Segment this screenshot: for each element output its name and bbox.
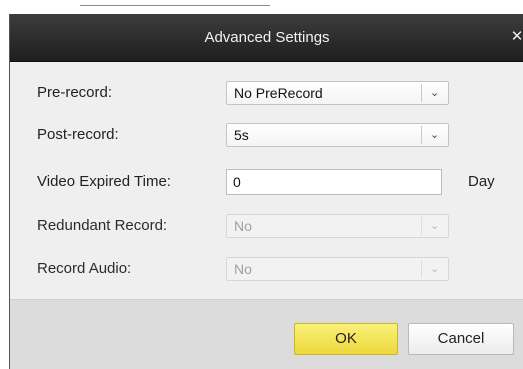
background-window: [0, 0, 523, 14]
advanced-settings-dialog: Advanced Settings ✕ Pre-record: No PreRe…: [9, 14, 523, 369]
pre-record-select[interactable]: No PreRecord ⌄: [226, 81, 449, 105]
chevron-down-icon: ⌄: [430, 87, 440, 99]
redundant-record-value: No: [234, 218, 252, 234]
video-expired-time-unit: Day: [468, 173, 495, 190]
pre-record-value: No PreRecord: [234, 85, 323, 101]
ok-button[interactable]: OK: [294, 323, 398, 355]
select-divider: [421, 126, 422, 144]
select-divider: [421, 260, 422, 278]
redundant-record-label: Redundant Record:: [37, 217, 168, 234]
record-audio-value: No: [234, 261, 252, 277]
dialog-title: Advanced Settings: [204, 29, 330, 46]
post-record-value: 5s: [234, 127, 249, 143]
post-record-label: Post-record:: [37, 126, 119, 143]
video-expired-time-input[interactable]: [226, 169, 442, 195]
record-audio-label: Record Audio:: [37, 260, 132, 277]
record-audio-select: No ⌄: [226, 257, 449, 281]
close-icon[interactable]: ✕: [507, 26, 523, 48]
pre-record-label: Pre-record:: [37, 84, 113, 101]
redundant-record-select: No ⌄: [226, 214, 449, 238]
post-record-select[interactable]: 5s ⌄: [226, 123, 449, 147]
cancel-button[interactable]: Cancel: [408, 323, 514, 355]
chevron-down-icon: ⌄: [430, 129, 440, 141]
background-window-edge: [80, 0, 270, 6]
select-divider: [421, 84, 422, 102]
chevron-down-icon: ⌄: [430, 263, 440, 275]
chevron-down-icon: ⌄: [430, 220, 440, 232]
select-divider: [421, 217, 422, 235]
video-expired-time-label: Video Expired Time:: [37, 173, 171, 190]
